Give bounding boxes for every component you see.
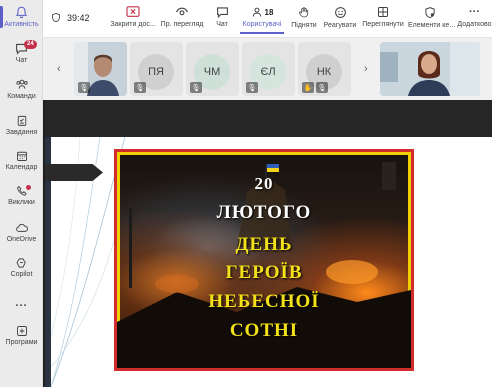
- rail-item-apps[interactable]: Програми: [0, 325, 43, 346]
- rail-label: Чат: [15, 57, 28, 64]
- view-button[interactable]: Переглянути: [361, 6, 405, 28]
- rail-item-tasks[interactable]: Завдання: [0, 114, 43, 136]
- memorial-poster: 20 ЛЮТОГО ДЕНЬ ГЕРОЇВ НЕБЕСНОЇ СОТНІ: [114, 149, 414, 371]
- poster-line-hundred: СОТНІ: [229, 320, 299, 341]
- muted-mic-icon: 🎙: [316, 82, 328, 93]
- cloud-icon: [15, 223, 28, 232]
- more-options-button[interactable]: ··· Додатково: [457, 6, 492, 28]
- participant-tile[interactable]: ПЯ 🎙: [130, 42, 183, 96]
- app-rail: Активність 24 Чат Команди Завдання Кален…: [0, 0, 43, 387]
- rail-item-activity[interactable]: Активність: [0, 6, 43, 28]
- people-label: Користувачі: [242, 21, 282, 28]
- timer-text: 39:42: [67, 12, 90, 23]
- meeting-controls-button[interactable]: Елементи ке...: [408, 6, 456, 29]
- more-dots-icon: ···: [469, 6, 480, 18]
- calls-notification-dot: [26, 185, 31, 190]
- preview-label: Пр. перегляд: [160, 21, 204, 28]
- preview-button[interactable]: Пр. перегляд: [159, 6, 205, 28]
- grid-icon: [378, 7, 388, 17]
- slide-chevron-decoration: [45, 164, 103, 181]
- rail-label: Завдання: [5, 129, 38, 136]
- people-button[interactable]: 18 Користувачі: [240, 6, 284, 34]
- muted-mic-icon: 🎙: [134, 82, 146, 93]
- muted-mic-icon: 🎙: [78, 82, 90, 93]
- participant-tile[interactable]: ЧМ 🎙: [186, 42, 239, 96]
- calendar-icon: [16, 151, 27, 161]
- react-button[interactable]: Реагувати: [323, 6, 357, 29]
- poster-month: ЛЮТОГО: [216, 202, 312, 223]
- rail-item-teams[interactable]: Команди: [0, 78, 43, 100]
- rail-item-calls[interactable]: Виклики: [0, 185, 43, 206]
- participant-tile[interactable]: НК ✋ 🎙: [298, 42, 351, 96]
- teams-meeting-window: Активність 24 Чат Команди Завдання Кален…: [0, 0, 492, 387]
- chat-badge: 24: [24, 40, 37, 49]
- copilot-icon: [16, 258, 26, 268]
- teams-icon: [15, 79, 28, 89]
- view-label: Переглянути: [362, 21, 404, 28]
- more-icon: ...: [15, 297, 28, 309]
- stop-share-icon: [126, 6, 140, 17]
- shield-icon: [52, 12, 60, 23]
- participant-count: 18: [264, 7, 274, 17]
- rail-item-calendar[interactable]: Календар: [0, 150, 43, 171]
- participant-tile[interactable]: ЄЛ 🎙: [242, 42, 295, 96]
- chat-label: Чат: [216, 21, 228, 28]
- muted-mic-icon: 🎙: [190, 82, 202, 93]
- rail-label: Copilot: [10, 271, 33, 278]
- self-video: [380, 42, 480, 96]
- participant-tile[interactable]: 🎙: [74, 42, 127, 96]
- people-icon: [252, 7, 261, 17]
- stop-sharing-button[interactable]: Закрити дос...: [109, 6, 157, 28]
- participant-strip: ‹ 🎙 ПЯ 🎙 ЧМ 🎙 ЄЛ 🎙 НК ✋ 🎙 ›: [43, 38, 492, 100]
- muted-mic-icon: 🎙: [246, 82, 258, 93]
- more-options-label: Додатково: [457, 21, 492, 28]
- rail-label: Виклики: [8, 199, 35, 206]
- hand-raised-icon: ✋: [302, 82, 314, 93]
- shield-settings-icon: [425, 7, 435, 19]
- tasks-icon: [17, 115, 26, 126]
- react-label: Реагувати: [323, 22, 357, 29]
- scroll-left-button[interactable]: ‹: [57, 63, 61, 75]
- chat-bubble-icon: [216, 7, 228, 18]
- rail-item-onedrive[interactable]: OneDrive: [0, 222, 43, 243]
- raise-hand-label: Підняти: [291, 22, 317, 29]
- meeting-controls-label: Елементи ке...: [408, 22, 456, 29]
- rail-label: Команди: [7, 93, 36, 100]
- eye-icon: [175, 7, 189, 16]
- meeting-toolbar: 39:42 Закрити дос... Пр. перегляд Чат 18…: [43, 0, 492, 38]
- bell-icon: [15, 6, 28, 19]
- scroll-right-button[interactable]: ›: [364, 63, 368, 75]
- apps-icon: [16, 326, 27, 336]
- rail-label: Активність: [4, 21, 39, 28]
- rail-label: Програми: [5, 339, 38, 346]
- rail-label: Календар: [5, 164, 38, 171]
- meeting-timer: 39:42: [51, 12, 90, 23]
- raise-hand-button[interactable]: Підняти: [289, 6, 319, 29]
- poster-date-number: 20: [254, 174, 274, 193]
- poster-line-day: ДЕНЬ: [235, 234, 293, 255]
- smiley-icon: [334, 7, 346, 18]
- poster-line-heavenly: НЕБЕСНОЇ: [208, 291, 320, 312]
- rail-label: OneDrive: [6, 236, 37, 243]
- rail-item-chat[interactable]: 24 Чат: [0, 40, 43, 64]
- poster-line-heroes: ГЕРОЇВ: [225, 262, 303, 283]
- rail-item-more[interactable]: ...: [0, 293, 43, 311]
- self-video-tile[interactable]: [380, 42, 480, 96]
- rail-item-copilot[interactable]: Copilot: [0, 257, 43, 278]
- slide-header-band: [45, 100, 492, 137]
- stop-sharing-label: Закрити дос...: [110, 21, 156, 28]
- hand-icon: [299, 7, 309, 18]
- chat-button[interactable]: Чат: [210, 6, 234, 28]
